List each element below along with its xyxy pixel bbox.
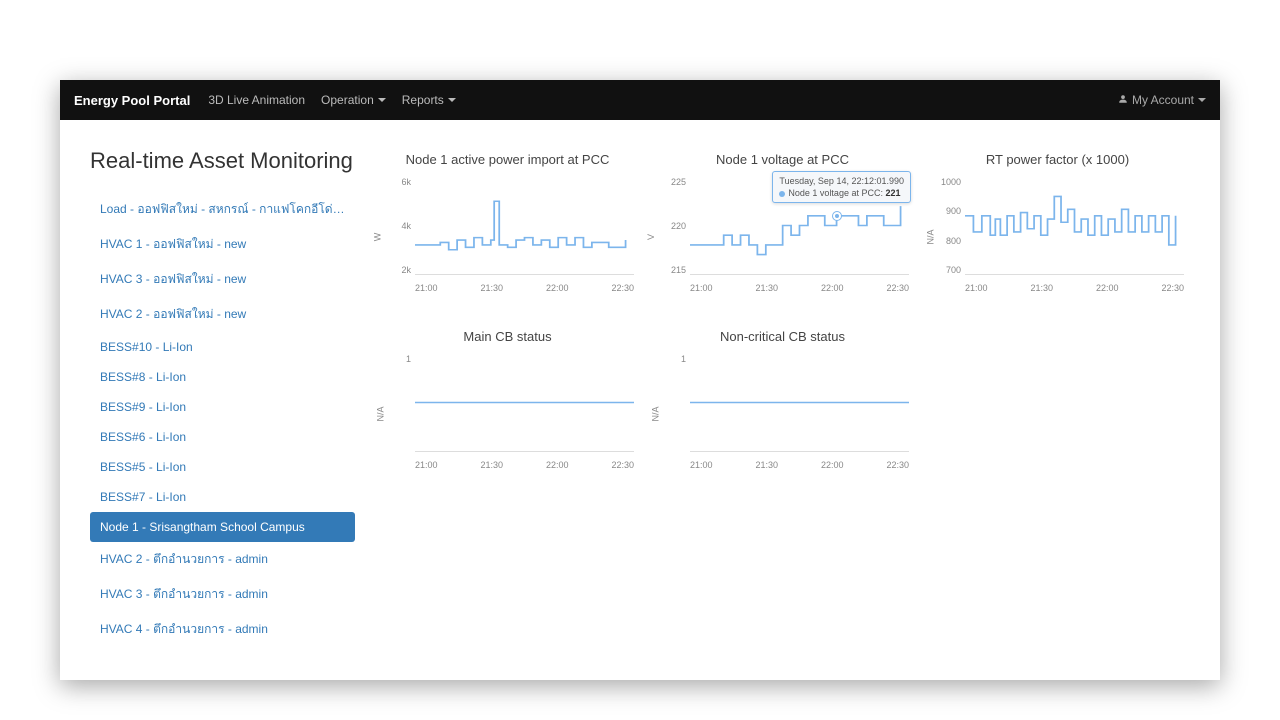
sidebar-item[interactable]: BESS#5 - Li-Ion (90, 452, 355, 482)
chart-body[interactable]: N/A1 21:0021:3022:0022:30 (375, 354, 640, 474)
chart-voltage: Node 1 voltage at PCC V22522021521:0021:… (650, 148, 915, 297)
chart-hover-marker (833, 212, 841, 220)
y-axis-label: N/A (926, 229, 936, 244)
x-ticks: 21:0021:3022:0022:30 (690, 460, 909, 470)
chart-noncritical-cb: Non-critical CB status N/A1 21:0021:3022:… (650, 325, 915, 474)
y-ticks: 225220215 (662, 177, 686, 275)
sidebar-item[interactable]: HVAC 3 - ตึกอำนวยการ - admin (90, 577, 355, 612)
y-axis-label: V (646, 234, 656, 240)
nav-label: 3D Live Animation (208, 93, 305, 107)
sidebar-item[interactable]: HVAC 1 - ออฟฟิสใหม่ - new (90, 227, 355, 262)
sidebar-item[interactable]: BESS#10 - Li-Ion (90, 332, 355, 362)
nav-label: Operation (321, 93, 374, 107)
sidebar-item[interactable]: BESS#6 - Li-Ion (90, 422, 355, 452)
sidebar-item[interactable]: HVAC 3 - ออฟฟิสใหม่ - new (90, 262, 355, 297)
chart-active-power: Node 1 active power import at PCC W 6k4k2… (375, 148, 640, 297)
y-ticks: 1000900800700 (937, 177, 961, 275)
left-column: Real-time Asset Monitoring Load - ออฟฟิส… (90, 148, 355, 670)
chart-body[interactable]: V22522021521:0021:3022:0022:30Tuesday, S… (650, 177, 915, 297)
chart-main-cb: Main CB status N/A1 21:0021:3022:0022:30 (375, 325, 640, 474)
chevron-down-icon (378, 98, 386, 102)
x-ticks: 21:0021:3022:0022:30 (415, 460, 634, 470)
x-ticks: 21:0021:3022:0022:30 (690, 283, 909, 293)
plot-area (415, 354, 634, 452)
charts-area: Node 1 active power import at PCC W 6k4k2… (375, 148, 1190, 670)
plot-area (690, 354, 909, 452)
navbar: Energy Pool Portal 3D Live Animation Ope… (60, 80, 1220, 120)
account-label: My Account (1132, 93, 1194, 107)
chart-title: RT power factor (x 1000) (925, 152, 1190, 167)
y-axis-label: N/A (651, 406, 661, 421)
brand[interactable]: Energy Pool Portal (74, 93, 190, 108)
chart-title: Node 1 active power import at PCC (375, 152, 640, 167)
chart-title: Non-critical CB status (650, 329, 915, 344)
y-axis-label: N/A (376, 406, 386, 421)
y-ticks: 6k4k2k (387, 177, 411, 275)
nav-3d-live-animation[interactable]: 3D Live Animation (208, 93, 305, 107)
user-icon (1118, 93, 1128, 107)
sidebar-item[interactable]: HVAC 4 - ตึกอำนวยการ - admin (90, 612, 355, 647)
chart-title: Main CB status (375, 329, 640, 344)
nav-operation[interactable]: Operation (321, 93, 386, 107)
sidebar-item[interactable]: Node 1 - Srisangtham School Campus (90, 512, 355, 542)
content: Real-time Asset Monitoring Load - ออฟฟิส… (60, 120, 1220, 680)
page-title: Real-time Asset Monitoring (90, 148, 355, 174)
sidebar-item[interactable]: HVAC 2 - ตึกอำนวยการ - admin (90, 542, 355, 577)
chart-empty (925, 325, 1190, 474)
x-ticks: 21:0021:3022:0022:30 (965, 283, 1184, 293)
nav-label: Reports (402, 93, 444, 107)
x-ticks: 21:0021:3022:0022:30 (415, 283, 634, 293)
sidebar-item[interactable]: HVAC 2 - ออฟฟิสใหม่ - new (90, 297, 355, 332)
chart-tooltip: Tuesday, Sep 14, 22:12:01.990Node 1 volt… (772, 171, 911, 203)
chart-body[interactable]: W 6k4k2k 21:0021:3022:0022:30 (375, 177, 640, 297)
chart-body[interactable]: N/A1 21:0021:3022:0022:30 (650, 354, 915, 474)
asset-list: Load - ออฟฟิสใหม่ - สหกรณ์ - กาแฟโคกอีโด… (90, 192, 355, 647)
sidebar-item[interactable]: Load - ออฟฟิสใหม่ - สหกรณ์ - กาแฟโคกอีโด… (90, 192, 355, 227)
plot-area (965, 177, 1184, 275)
y-ticks: 1 (662, 354, 686, 452)
sidebar-item[interactable]: BESS#9 - Li-Ion (90, 392, 355, 422)
account-menu[interactable]: My Account (1118, 93, 1206, 107)
y-axis-label: W (372, 233, 382, 242)
sidebar-item[interactable]: BESS#8 - Li-Ion (90, 362, 355, 392)
chart-title: Node 1 voltage at PCC (650, 152, 915, 167)
nav-reports[interactable]: Reports (402, 93, 456, 107)
app-frame: Energy Pool Portal 3D Live Animation Ope… (60, 80, 1220, 680)
plot-area (415, 177, 634, 275)
chevron-down-icon (448, 98, 456, 102)
chart-body[interactable]: N/A1000900800700 21:0021:3022:0022:30 (925, 177, 1190, 297)
charts-row-1: Node 1 active power import at PCC W 6k4k2… (375, 148, 1190, 297)
chevron-down-icon (1198, 98, 1206, 102)
y-ticks: 1 (387, 354, 411, 452)
sidebar-item[interactable]: BESS#7 - Li-Ion (90, 482, 355, 512)
chart-power-factor: RT power factor (x 1000) N/A100090080070… (925, 148, 1190, 297)
charts-row-2: Main CB status N/A121:0021:3022:0022:30 … (375, 325, 1190, 474)
